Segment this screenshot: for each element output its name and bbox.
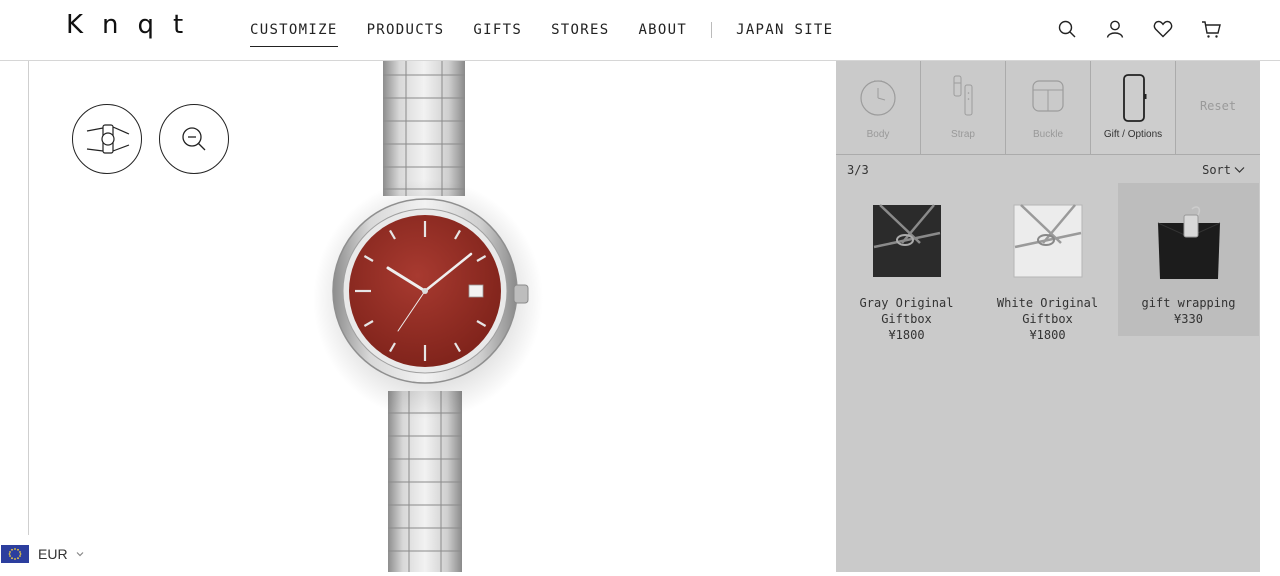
reset-label: Reset bbox=[1199, 99, 1237, 113]
gift-wrapping-image bbox=[1157, 206, 1221, 279]
product-info: White Original Giftbox ¥1800 bbox=[977, 295, 1118, 343]
product-name-line2: Giftbox bbox=[1022, 312, 1073, 326]
product-info: gift wrapping ¥330 bbox=[1118, 295, 1259, 327]
product-name-line1: White Original bbox=[996, 296, 1099, 310]
product-price: ¥330 bbox=[1174, 312, 1203, 326]
gray-giftbox-image bbox=[873, 204, 941, 277]
bracelet-top bbox=[383, 61, 465, 196]
cart-icon[interactable] bbox=[1200, 18, 1222, 40]
product-card[interactable]: Gray Original Giftbox ¥1800 bbox=[836, 183, 977, 342]
tab-strap[interactable]: Strap bbox=[921, 61, 1006, 154]
buckle-icon bbox=[1032, 80, 1064, 112]
tab-gift-options[interactable]: Gift / Options bbox=[1091, 61, 1176, 154]
product-grid: Gray Original Giftbox ¥1800 White Origin… bbox=[836, 183, 1260, 342]
nav-divider bbox=[711, 22, 713, 38]
panel-scrollbar-gutter bbox=[1260, 61, 1280, 572]
nav-gifts[interactable]: GIFTS bbox=[473, 14, 522, 46]
nav-customize[interactable]: CUSTOMIZE bbox=[250, 14, 338, 47]
strap-icon bbox=[953, 75, 973, 116]
product-price: ¥1800 bbox=[1029, 328, 1066, 342]
brand-logo[interactable]: Knqt bbox=[66, 10, 202, 40]
nav-products[interactable]: PRODUCTS bbox=[367, 14, 445, 46]
watch-crown bbox=[513, 284, 529, 304]
reset-button[interactable]: Reset bbox=[1176, 61, 1260, 154]
chevron-down-icon bbox=[1234, 167, 1245, 173]
watch-illustration bbox=[313, 61, 543, 572]
site-header: Knqt CUSTOMIZE PRODUCTS GIFTS STORES ABO… bbox=[0, 0, 1280, 61]
tab-buckle[interactable]: Buckle bbox=[1006, 61, 1091, 154]
search-icon[interactable] bbox=[1056, 18, 1078, 40]
eu-flag-icon bbox=[1, 544, 29, 563]
account-icon[interactable] bbox=[1104, 18, 1126, 40]
tab-body-label: Body bbox=[866, 129, 890, 140]
part-tabs: Body Strap Buckle Gift / Options Reset bbox=[836, 61, 1260, 155]
wrist-view-button[interactable] bbox=[72, 104, 142, 174]
product-name-line1: Gray Original bbox=[859, 296, 954, 310]
nav-japan-site[interactable]: JAPAN SITE bbox=[736, 14, 833, 46]
white-giftbox-image bbox=[1013, 204, 1083, 278]
tab-gift-options-label: Gift / Options bbox=[1103, 129, 1163, 140]
product-card[interactable]: gift wrapping ¥330 bbox=[1118, 183, 1259, 336]
watch-preview-stage bbox=[0, 61, 836, 572]
watch-image bbox=[280, 61, 580, 572]
sort-label: Sort bbox=[1202, 163, 1231, 177]
result-count: 3/3 bbox=[847, 163, 869, 177]
chevron-down-icon bbox=[76, 551, 83, 556]
stage-divider bbox=[28, 61, 29, 572]
header-icons bbox=[1056, 18, 1222, 40]
product-name-line1: gift wrapping bbox=[1141, 296, 1236, 310]
currency-code: EUR bbox=[38, 545, 68, 562]
heart-icon[interactable] bbox=[1152, 18, 1174, 40]
gift-options-icon bbox=[1123, 74, 1147, 122]
tab-strap-label: Strap bbox=[951, 129, 975, 140]
date-window bbox=[468, 284, 484, 298]
product-info: Gray Original Giftbox ¥1800 bbox=[836, 295, 977, 343]
sort-dropdown[interactable]: Sort bbox=[1202, 163, 1245, 177]
zoom-out-icon bbox=[182, 127, 206, 151]
main-nav: CUSTOMIZE PRODUCTS GIFTS STORES ABOUT JA… bbox=[250, 0, 862, 60]
product-price: ¥1800 bbox=[888, 328, 925, 342]
product-card[interactable]: White Original Giftbox ¥1800 bbox=[977, 183, 1118, 342]
wrist-view-icon bbox=[86, 124, 130, 154]
tab-body[interactable]: Body bbox=[836, 61, 921, 154]
nav-stores[interactable]: STORES bbox=[551, 14, 609, 46]
zoom-out-button[interactable] bbox=[159, 104, 229, 174]
watch-body-icon bbox=[860, 80, 896, 116]
tab-buckle-label: Buckle bbox=[1032, 129, 1063, 140]
customizer-panel: Body Strap Buckle Gift / Options Reset 3… bbox=[836, 61, 1260, 572]
nav-about[interactable]: ABOUT bbox=[638, 14, 687, 46]
currency-selector[interactable]: EUR bbox=[0, 535, 94, 572]
product-name-line2: Giftbox bbox=[881, 312, 932, 326]
